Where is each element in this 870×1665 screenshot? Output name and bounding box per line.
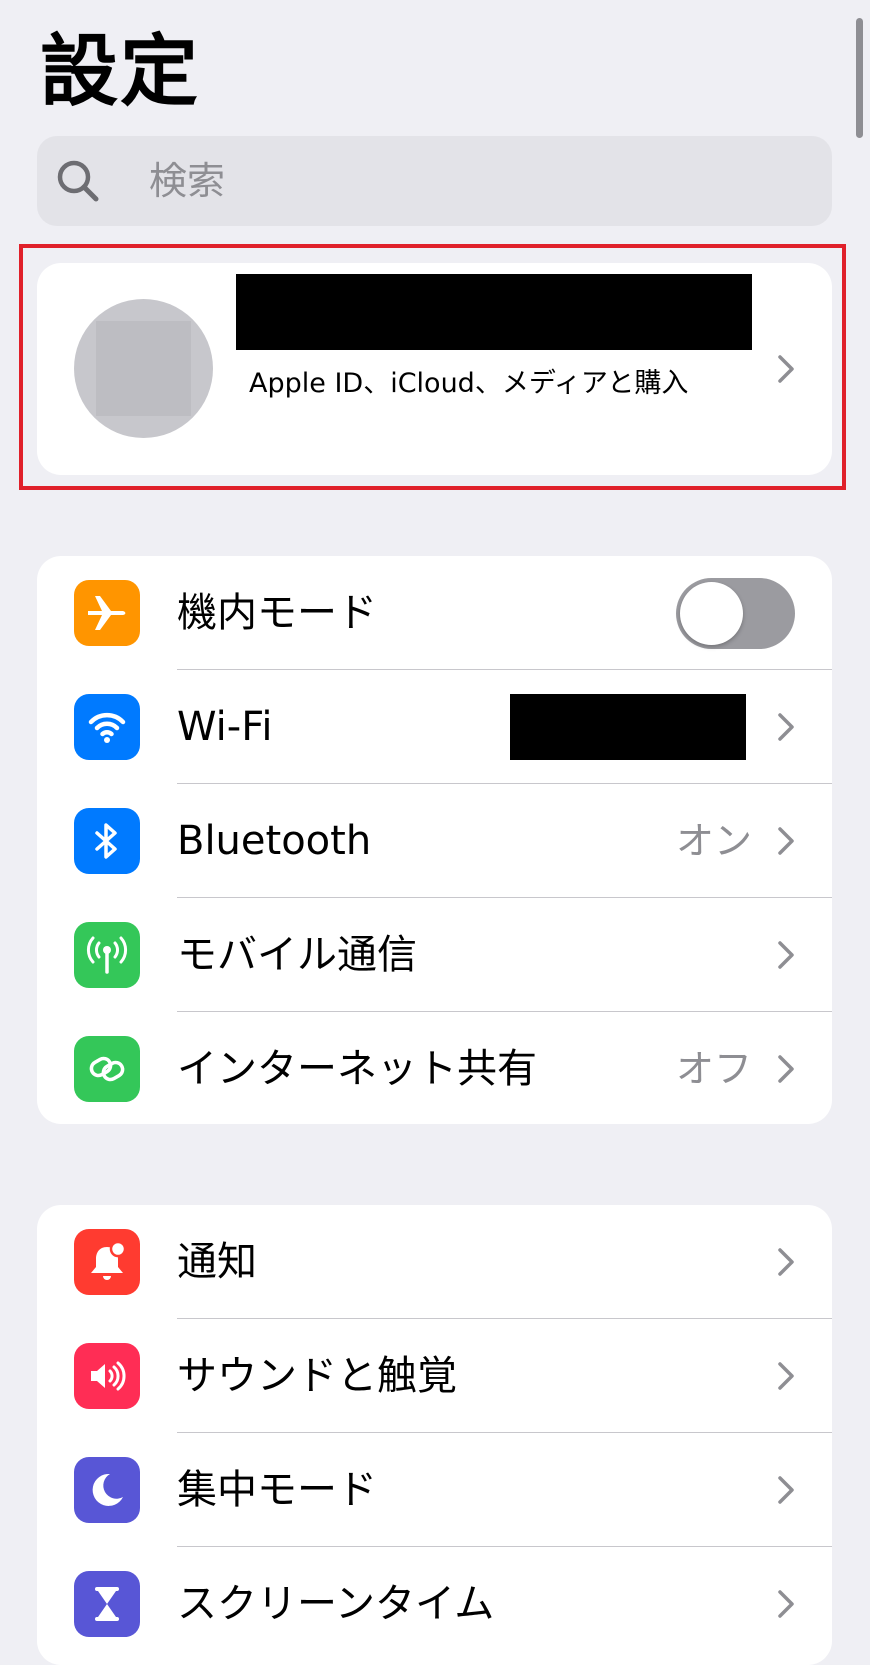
row-wifi[interactable]: Wi-Fi xyxy=(37,670,832,784)
chevron-right-icon xyxy=(778,1590,794,1618)
row-label: インターネット共有 xyxy=(177,1046,537,1092)
scrollbar[interactable] xyxy=(856,18,863,138)
row-bluetooth[interactable]: Bluetooth オン xyxy=(37,784,832,898)
chevron-right-icon xyxy=(778,713,794,741)
row-notifications[interactable]: 通知 xyxy=(37,1205,832,1319)
page-title: 設定 xyxy=(40,27,201,117)
chevron-right-icon xyxy=(778,1055,794,1083)
row-label: Bluetooth xyxy=(177,818,372,864)
row-focus[interactable]: 集中モード xyxy=(37,1433,832,1547)
hotspot-icon xyxy=(74,1036,140,1102)
row-label: 通知 xyxy=(177,1239,257,1285)
row-label: 集中モード xyxy=(177,1467,377,1513)
chevron-right-icon xyxy=(778,1362,794,1390)
row-cellular[interactable]: モバイル通信 xyxy=(37,898,832,1012)
search-input[interactable]: 検索 xyxy=(37,136,832,226)
speaker-icon xyxy=(74,1343,140,1409)
row-value: オン xyxy=(675,819,752,863)
row-personal-hotspot[interactable]: インターネット共有 オフ xyxy=(37,1012,832,1124)
redacted-network-name xyxy=(510,694,746,760)
chevron-right-icon xyxy=(778,1476,794,1504)
connectivity-group: 機内モード Wi-Fi Bluetooth オン モバイル通信 インターネット共… xyxy=(37,556,832,1124)
row-label: スクリーンタイム xyxy=(177,1581,495,1627)
row-value: オフ xyxy=(675,1047,752,1091)
chevron-right-icon xyxy=(778,1248,794,1276)
airplane-icon xyxy=(74,580,140,646)
row-label: モバイル通信 xyxy=(177,932,417,978)
airplane-mode-toggle[interactable] xyxy=(676,578,795,649)
row-label: サウンドと触覚 xyxy=(177,1353,457,1399)
highlight-frame xyxy=(19,244,846,490)
bell-icon xyxy=(74,1229,140,1295)
search-icon xyxy=(57,160,99,202)
wifi-icon xyxy=(74,694,140,760)
chevron-right-icon xyxy=(778,827,794,855)
row-label: Wi-Fi xyxy=(177,704,273,750)
hourglass-icon xyxy=(74,1571,140,1637)
row-label: 機内モード xyxy=(177,590,377,636)
antenna-icon xyxy=(74,922,140,988)
bluetooth-icon xyxy=(74,808,140,874)
row-screen-time[interactable]: スクリーンタイム xyxy=(37,1547,832,1661)
notifications-group: 通知 サウンドと触覚 集中モード スクリーンタイム xyxy=(37,1205,832,1665)
chevron-right-icon xyxy=(778,941,794,969)
row-airplane-mode[interactable]: 機内モード xyxy=(37,556,832,670)
row-sounds-haptics[interactable]: サウンドと触覚 xyxy=(37,1319,832,1433)
search-placeholder: 検索 xyxy=(149,159,226,203)
moon-icon xyxy=(74,1457,140,1523)
